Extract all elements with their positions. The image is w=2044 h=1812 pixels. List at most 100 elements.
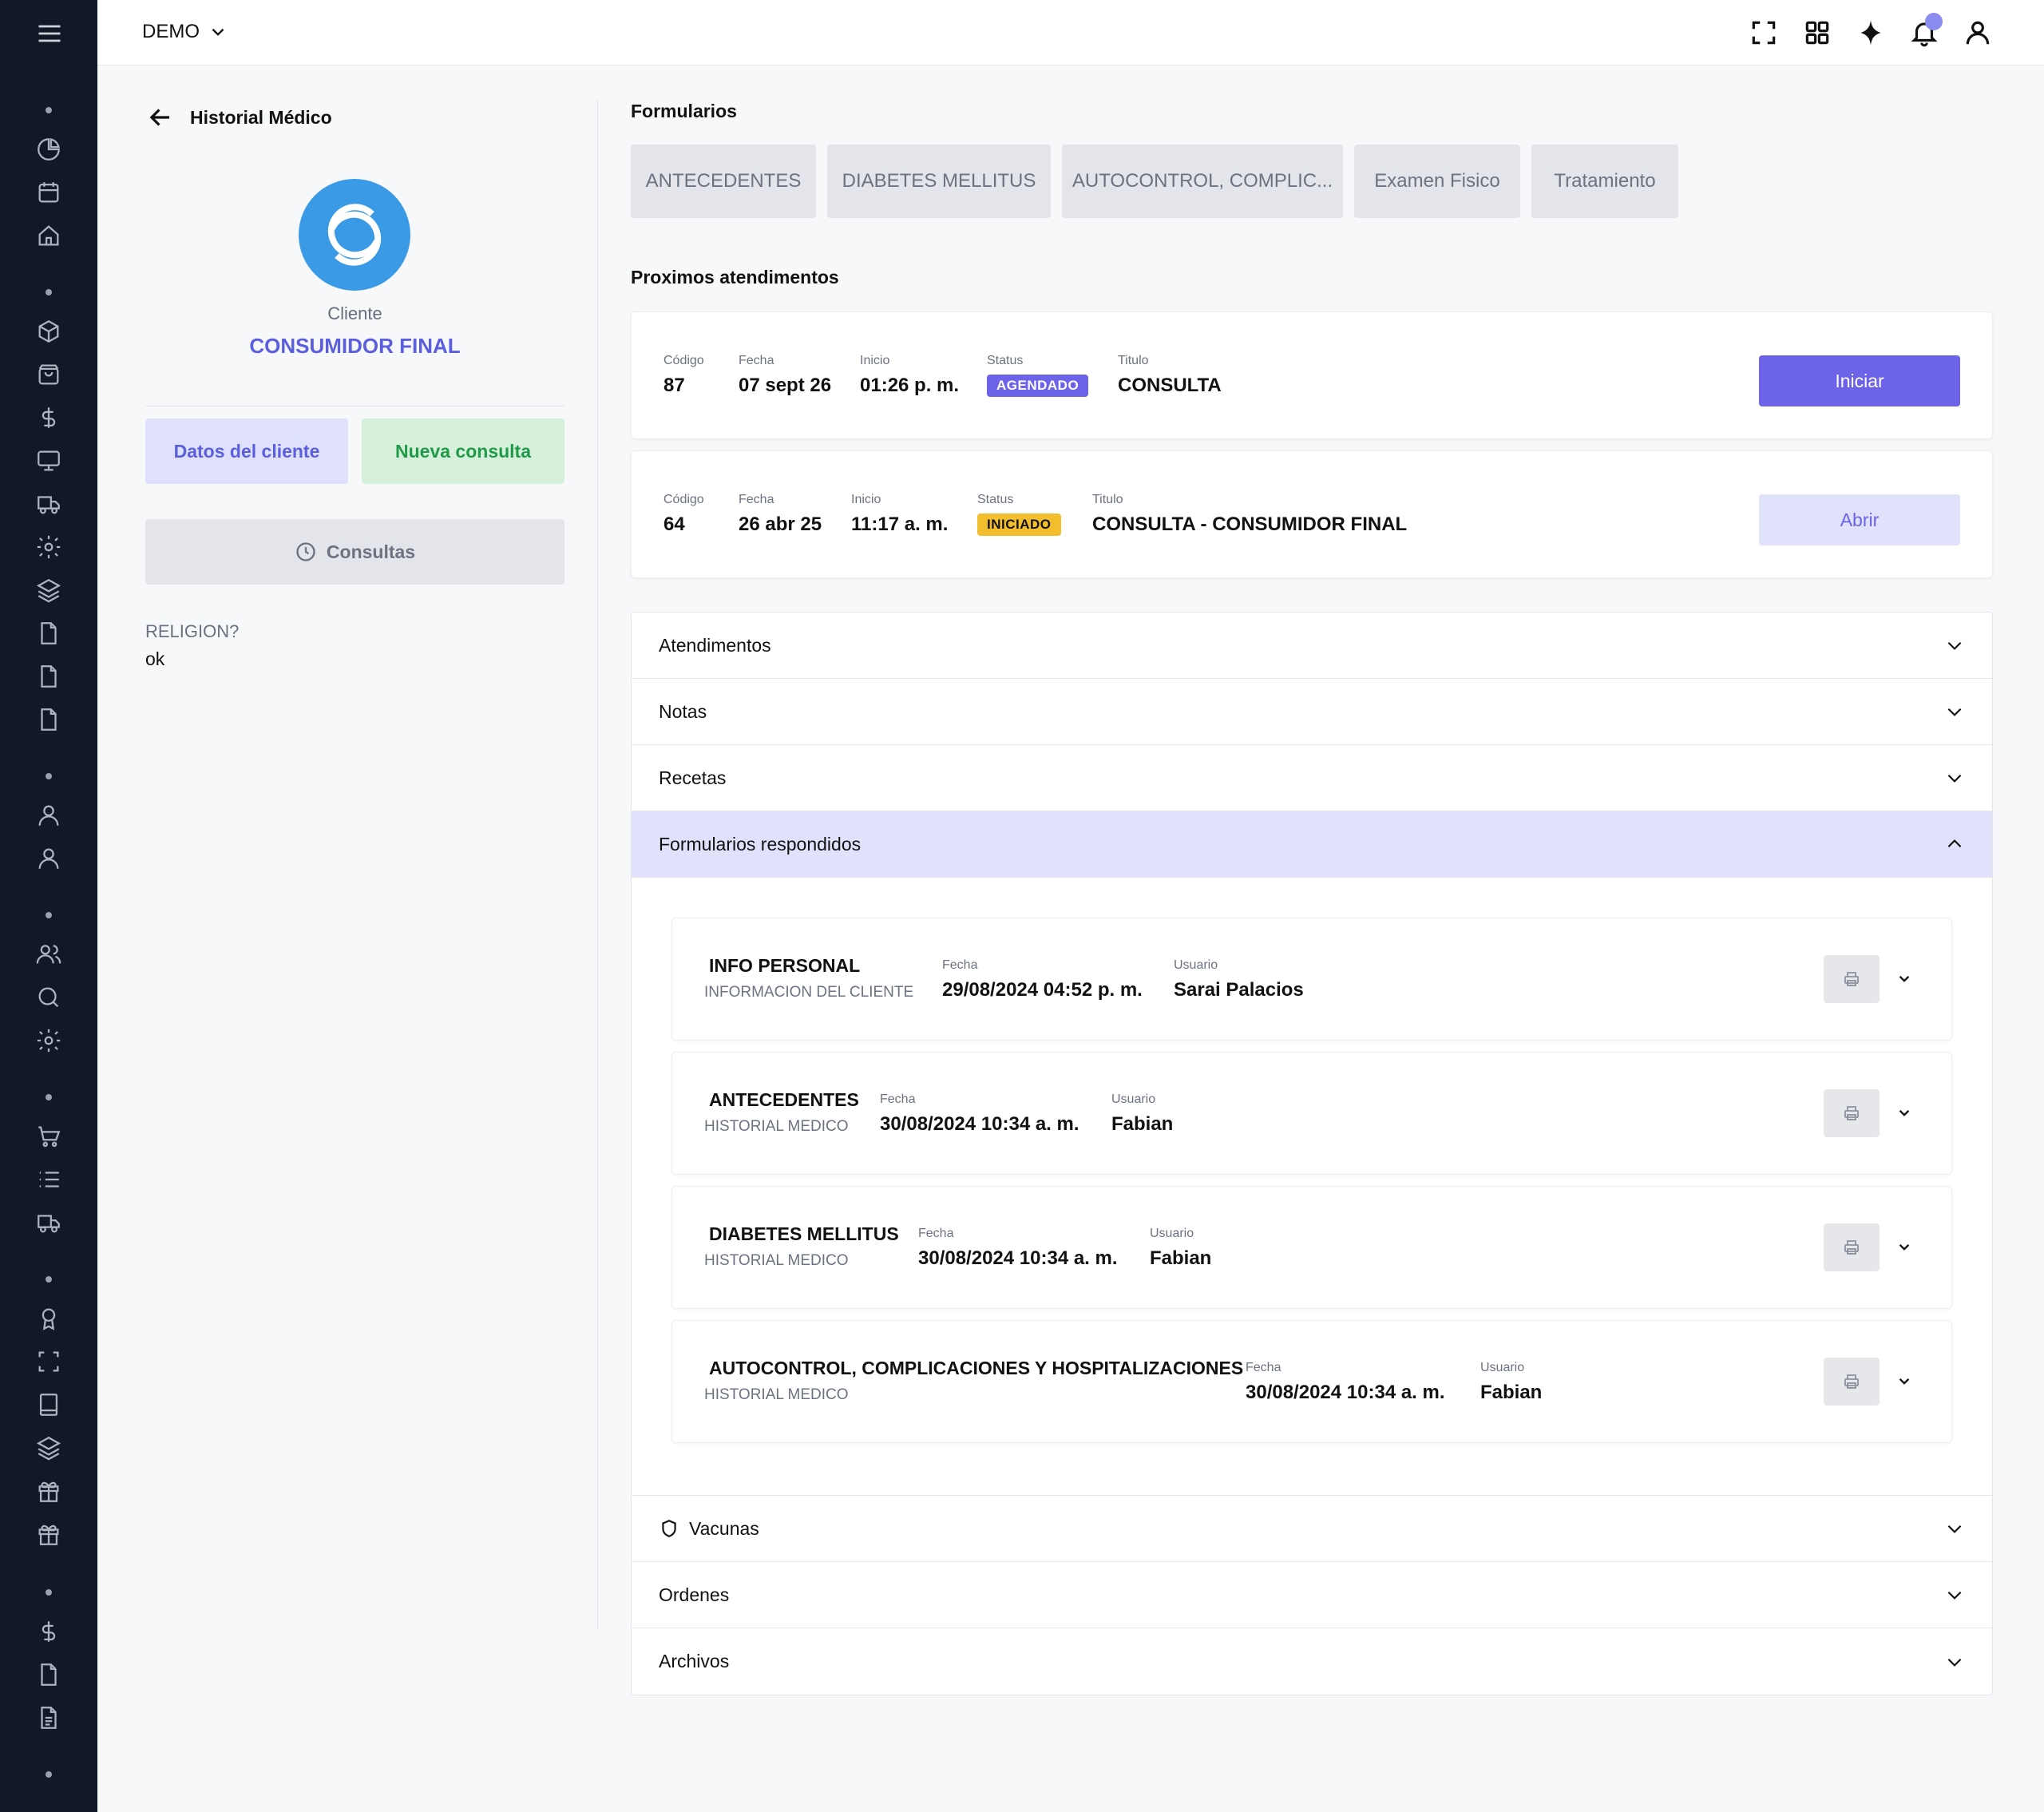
accordion-label: Notas bbox=[659, 700, 707, 722]
print-button[interactable] bbox=[1824, 1358, 1880, 1406]
chevron-down-icon[interactable] bbox=[1894, 1102, 1915, 1123]
expand-icon[interactable] bbox=[1749, 18, 1779, 48]
gear-icon[interactable] bbox=[35, 1027, 62, 1054]
religion-label: RELIGION? bbox=[145, 621, 240, 641]
bell-icon[interactable] bbox=[1909, 13, 1943, 48]
form-tab-diabetes[interactable]: DIABETES MELLITUS bbox=[827, 145, 1051, 218]
chevron-down-icon[interactable] bbox=[1894, 968, 1915, 989]
form-date-label: Fecha bbox=[1246, 1361, 1281, 1374]
award-icon[interactable] bbox=[35, 1305, 62, 1332]
form-date-label: Fecha bbox=[942, 958, 978, 972]
chevron-down-icon[interactable] bbox=[1894, 1236, 1915, 1257]
accordion-ordenes[interactable]: Ordenes bbox=[632, 1562, 1992, 1628]
form-subtitle: HISTORIAL MEDICO bbox=[704, 1386, 849, 1403]
truck-icon[interactable] bbox=[35, 490, 62, 517]
list-icon[interactable] bbox=[35, 1166, 62, 1193]
form-tab-tratamiento[interactable]: Tratamiento bbox=[1531, 145, 1678, 218]
file-icon[interactable] bbox=[35, 620, 62, 647]
monitor-icon[interactable] bbox=[35, 447, 62, 474]
sidebar-section-dot bbox=[46, 1589, 52, 1596]
file-icon[interactable] bbox=[35, 663, 62, 690]
chevron-down-icon[interactable] bbox=[1894, 1370, 1915, 1391]
box-icon[interactable] bbox=[35, 318, 62, 345]
form-date: Fecha 30/08/2024 10:34 a. m. bbox=[918, 1227, 1118, 1270]
accordion-label-row: Vacunas bbox=[659, 1518, 759, 1540]
appt-title-label: Titulo bbox=[1118, 354, 1149, 367]
gear-icon[interactable] bbox=[35, 533, 62, 561]
appt-title-value: CONSULTA - CONSUMIDOR FINAL bbox=[1092, 513, 1408, 535]
appt-date: Fecha 07 sept 26 bbox=[739, 354, 831, 397]
accordion-formularios-respondidos[interactable]: Formularios respondidos bbox=[632, 811, 1992, 878]
dollar-icon[interactable] bbox=[35, 1618, 62, 1645]
layers-icon[interactable] bbox=[35, 577, 62, 604]
accordion-recetas[interactable]: Recetas bbox=[632, 745, 1992, 811]
chevron-down-icon bbox=[212, 28, 224, 36]
sparkle-icon[interactable] bbox=[1856, 18, 1886, 48]
users-icon[interactable] bbox=[35, 941, 62, 968]
start-button[interactable]: Iniciar bbox=[1759, 355, 1960, 406]
accordion-archivos[interactable]: Archivos bbox=[632, 1628, 1992, 1695]
layers-icon[interactable] bbox=[35, 1434, 62, 1461]
company-selector[interactable]: DEMO bbox=[142, 21, 228, 43]
consultations-button[interactable]: Consultas bbox=[145, 519, 564, 585]
arrow-left-icon[interactable] bbox=[145, 102, 176, 133]
form-user-label: Usuario bbox=[1480, 1361, 1525, 1374]
search-icon[interactable] bbox=[35, 984, 62, 1011]
print-button[interactable] bbox=[1824, 955, 1880, 1003]
book-icon[interactable] bbox=[35, 1391, 62, 1418]
accordion-atendimentos[interactable]: Atendimentos bbox=[632, 613, 1992, 679]
file-icon[interactable] bbox=[35, 706, 62, 733]
appt-status-label: Status bbox=[987, 354, 1024, 367]
home-icon[interactable] bbox=[35, 222, 62, 249]
form-title: ANTECEDENTES bbox=[709, 1089, 859, 1110]
history-accordion: Atendimentos Notas Recetas Formularios r… bbox=[631, 612, 1993, 1695]
accordion-label: Archivos bbox=[659, 1651, 730, 1671]
chevron-down-icon bbox=[1947, 774, 1962, 783]
truck-icon[interactable] bbox=[35, 1209, 62, 1236]
file-text-icon[interactable] bbox=[35, 1704, 62, 1731]
chevron-down-icon bbox=[1947, 1658, 1962, 1667]
form-tab-antecedentes[interactable]: ANTECEDENTES bbox=[631, 145, 816, 218]
open-button[interactable]: Abrir bbox=[1759, 494, 1960, 545]
appt-start-label: Inicio bbox=[860, 354, 890, 367]
accordion-label: Formularios respondidos bbox=[659, 833, 862, 854]
printer-icon bbox=[1844, 1374, 1859, 1389]
accordion-notas[interactable]: Notas bbox=[632, 679, 1992, 745]
form-date-value: 30/08/2024 10:34 a. m. bbox=[1246, 1382, 1445, 1403]
forms-title: Formularios bbox=[631, 101, 737, 121]
shield-icon bbox=[662, 1520, 676, 1537]
dollar-icon[interactable] bbox=[35, 404, 62, 431]
notification-dot bbox=[1925, 13, 1943, 30]
form-tab-examen-fisico[interactable]: Examen Fisico bbox=[1354, 145, 1520, 218]
new-consultation-button[interactable]: Nueva consulta bbox=[362, 418, 564, 484]
sidebar-section-dot bbox=[46, 1276, 52, 1283]
vertical-divider bbox=[597, 100, 598, 1629]
user-icon[interactable] bbox=[1963, 18, 1993, 48]
print-button[interactable] bbox=[1824, 1089, 1880, 1137]
shopping-bag-icon[interactable] bbox=[35, 361, 62, 388]
user-icon[interactable] bbox=[35, 845, 62, 872]
form-tab-autocontrol[interactable]: AUTOCONTROL, COMPLIC... bbox=[1062, 145, 1343, 218]
client-data-button[interactable]: Datos del cliente bbox=[145, 418, 348, 484]
cart-icon[interactable] bbox=[35, 1123, 62, 1150]
print-button[interactable] bbox=[1824, 1223, 1880, 1271]
page-title: Historial Médico bbox=[190, 106, 332, 128]
form-subtitle: HISTORIAL MEDICO bbox=[704, 1118, 849, 1135]
client-logo bbox=[299, 179, 410, 291]
scan-icon[interactable] bbox=[35, 1348, 62, 1375]
calendar-icon[interactable] bbox=[35, 179, 62, 206]
file-icon[interactable] bbox=[35, 1661, 62, 1688]
menu-icon[interactable] bbox=[35, 19, 64, 48]
apps-grid-icon[interactable] bbox=[1802, 18, 1832, 48]
client-label: Cliente bbox=[327, 303, 382, 323]
accordion-label: Recetas bbox=[659, 767, 727, 788]
gift-icon[interactable] bbox=[35, 1477, 62, 1505]
gift-icon[interactable] bbox=[35, 1521, 62, 1548]
form-subtitle: HISTORIAL MEDICO bbox=[704, 1252, 849, 1269]
user-icon[interactable] bbox=[35, 802, 62, 829]
accordion-vacunas[interactable]: Vacunas bbox=[632, 1496, 1992, 1562]
status-badge: INICIADO bbox=[977, 513, 1061, 536]
form-date: Fecha 30/08/2024 10:34 a. m. bbox=[880, 1092, 1079, 1136]
pie-chart-icon[interactable] bbox=[35, 136, 62, 163]
appt-start: Inicio 01:26 p. m. bbox=[860, 354, 959, 397]
